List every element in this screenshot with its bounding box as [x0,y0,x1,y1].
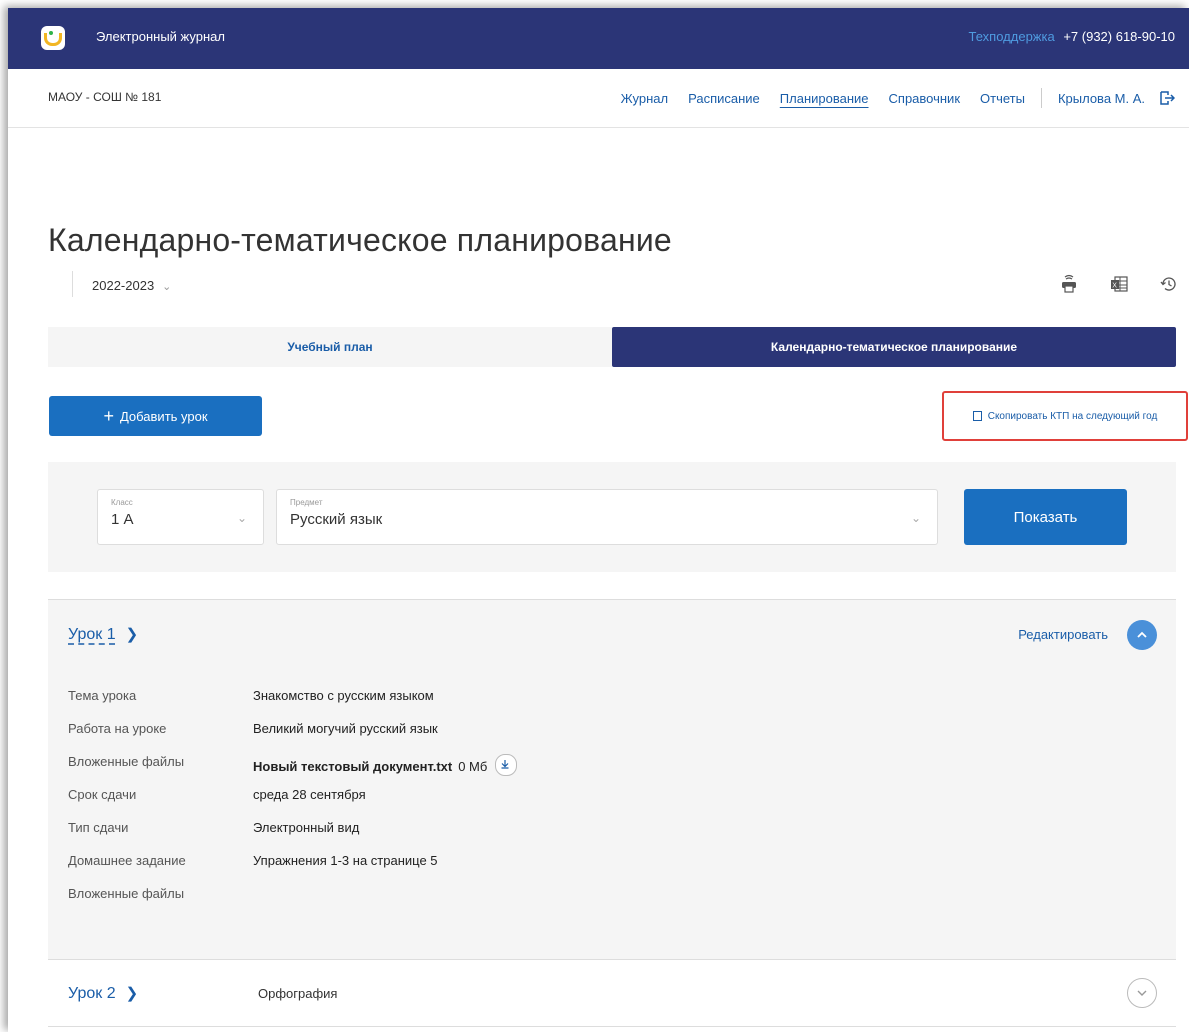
app-window: Электронный журнал Техподдержка +7 (932)… [8,8,1189,1032]
lesson-title: Урок 2 [68,985,116,1002]
user-name[interactable]: Крылова М. А. [1058,91,1145,106]
collapse-icon[interactable] [1127,620,1157,650]
detail-value: Знакомство с русским языком [253,688,434,703]
lesson-topic: Орфография [258,986,338,1001]
chevron-down-icon: ⌄ [162,281,172,293]
excel-icon[interactable]: X [1109,274,1129,294]
detail-value: Электронный вид [253,820,360,835]
detail-label: Вложенные файлы [68,754,185,769]
svg-text:X: X [1112,283,1117,290]
lesson-title-link[interactable]: Урок 2 ❯ [68,984,138,1003]
chevron-right-icon: ❯ [125,626,139,643]
support-link[interactable]: Техподдержка [969,29,1055,44]
detail-value: среда 28 сентября [253,787,366,802]
year-select[interactable]: 2022-2023 ⌄ [92,278,171,293]
lesson-card: Урок 1 ❯ Редактировать Тема урока Знакомс… [48,599,1176,960]
chevron-down-icon: ⌄ [236,511,247,525]
attachment: Новый текстовый документ.txt 0 Мб [253,754,953,776]
nav-reports[interactable]: Отчеты [980,91,1025,106]
file-size: 0 Мб [458,759,488,774]
year-divider [72,271,73,297]
nav-divider [1040,88,1042,108]
copy-ktp-button[interactable]: Скопировать КТП на следующий год [942,391,1188,441]
detail-value: Великий могучий русский язык [253,721,438,736]
plus-icon: + [103,405,114,426]
lesson-title-link[interactable]: Урок 1 ❯ [68,625,138,644]
year-value: 2022-2023 [92,278,155,293]
support-phone: +7 (932) 618-90-10 [1063,29,1175,44]
lesson-title: Урок 1 [68,626,116,643]
subject-select[interactable]: Предмет Русский язык ⌄ [276,489,938,545]
main-nav-bar: МАОУ - СОШ № 181 Журнал Расписание Плани… [8,69,1189,128]
copy-ktp-label: Скопировать КТП на следующий год [987,410,1158,422]
subject-value: Русский язык [290,511,383,528]
chevron-right-icon: ❯ [125,985,139,1002]
edit-button[interactable]: Редактировать [1018,627,1108,642]
detail-label: Тема урока [68,688,137,703]
app-title: Электронный журнал [96,29,225,44]
class-value: 1 А [111,511,134,528]
lesson-card: Урок 2 ❯ Орфография [48,959,1176,1027]
top-bar: Электронный журнал Техподдержка +7 (932)… [8,8,1189,69]
tab-ktp[interactable]: Календарно-тематическое планирование [612,327,1176,367]
filter-panel: Класс 1 А ⌄ Предмет Русский язык ⌄ Показ… [48,462,1176,572]
support-info: Техподдержка +7 (932) 618-90-10 [969,29,1175,44]
print-icon[interactable] [1059,274,1079,294]
tab-curriculum[interactable]: Учебный план [48,327,612,367]
copy-icon [972,411,982,421]
add-lesson-button[interactable]: + Добавить урок [49,396,262,436]
toolbar: X [1059,274,1179,294]
subject-caption: Предмет [290,498,323,507]
file-name[interactable]: Новый текстовый документ.txt [253,759,452,774]
detail-value: Упражнения 1-3 на странице 5 [253,853,438,868]
nav-planning[interactable]: Планирование [780,91,869,106]
expand-icon[interactable] [1127,978,1157,1008]
detail-label: Домашнее задание [68,853,186,868]
nav-journal[interactable]: Журнал [621,91,668,106]
history-icon[interactable] [1159,274,1179,294]
class-caption: Класс [111,498,133,507]
tabs: Учебный план Календарно-тематическое пла… [48,327,1176,367]
nav-reference[interactable]: Справочник [889,91,961,106]
detail-label: Срок сдачи [68,787,137,802]
page-title: Календарно-тематическое планирование [48,222,672,259]
detail-label: Тип сдачи [68,820,129,835]
download-icon[interactable] [495,754,518,776]
nav-schedule[interactable]: Расписание [688,91,760,106]
app-logo-icon[interactable] [41,26,65,50]
logout-icon[interactable] [1159,90,1176,106]
detail-label: Работа на уроке [68,721,167,736]
chevron-down-icon: ⌄ [910,511,921,525]
class-select[interactable]: Класс 1 А ⌄ [97,489,264,545]
detail-label: Вложенные файлы [68,886,185,901]
add-lesson-label: Добавить урок [119,408,208,424]
school-name: МАОУ - СОШ № 181 [48,90,162,104]
main-nav: Журнал Расписание Планирование Справочни… [601,88,1176,108]
show-button[interactable]: Показать [964,489,1127,545]
